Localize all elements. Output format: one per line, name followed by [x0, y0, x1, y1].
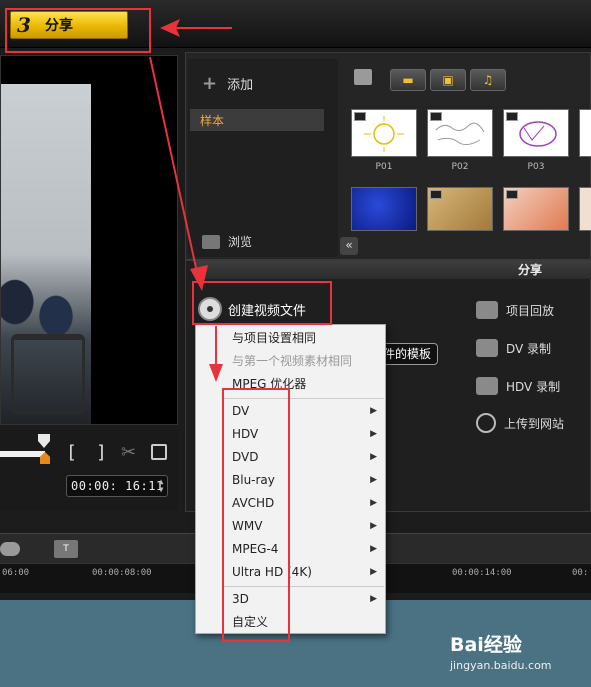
- ruler-tick: 06:00: [2, 568, 30, 578]
- browse-label: 浏览: [228, 235, 253, 249]
- image-filter-button[interactable]: ▣: [430, 69, 466, 91]
- thumbnail[interactable]: [503, 109, 569, 157]
- ruler-tick: 00:00:08:00: [92, 568, 152, 578]
- title-track-icon[interactable]: T: [54, 540, 78, 558]
- clip-badge-icon: [506, 112, 518, 121]
- thumbnail[interactable]: [427, 187, 493, 231]
- library-panel: + 添加 样本 浏览 ▬ ▣ ♫ P01 P02 P03 «: [185, 52, 591, 260]
- thumbnail[interactable]: [579, 109, 591, 157]
- share-option-label: 项目回放: [506, 303, 555, 318]
- copy-icon[interactable]: [151, 444, 167, 460]
- thumbnail[interactable]: [351, 109, 417, 157]
- globe-icon: [476, 413, 496, 433]
- thumbnail[interactable]: [503, 187, 569, 231]
- clip-badge-icon: [506, 190, 518, 199]
- project-playback-button[interactable]: 项目回放: [476, 301, 554, 319]
- submenu-arrow-icon: ▶: [370, 406, 377, 416]
- thumbnail-label: P01: [375, 162, 393, 172]
- ruler-tick: 00:: [572, 568, 589, 578]
- library-toolbar: ▬ ▣ ♫: [354, 69, 506, 91]
- share-option-label: 上传到网站: [504, 416, 565, 431]
- submenu-arrow-icon: ▶: [370, 475, 377, 485]
- submenu-arrow-icon: ▶: [370, 429, 377, 439]
- baidu-watermark: Bai经验 jingyan.baidu.com: [450, 630, 590, 685]
- mark-in-button[interactable]: [: [66, 442, 77, 463]
- thumbnail-label: P02: [451, 162, 469, 172]
- thumbnail[interactable]: [351, 187, 417, 231]
- submenu-arrow-icon: ▶: [370, 594, 377, 604]
- dv-record-button[interactable]: DV 录制: [476, 339, 551, 357]
- clip-badge-icon: [354, 112, 366, 121]
- share-panel-title: 分享: [196, 261, 591, 279]
- video-filter-button[interactable]: ▬: [390, 69, 426, 91]
- player-controls: [ ] ✂ 00:00: 16:11 ▲ ▼: [0, 430, 178, 510]
- annotation-box-share-tab: [5, 8, 151, 53]
- submenu-arrow-icon: ▶: [370, 521, 377, 531]
- camcorder-icon: [476, 377, 498, 395]
- collapse-left-icon[interactable]: «: [340, 237, 358, 255]
- scissors-icon[interactable]: ✂: [121, 442, 136, 463]
- annotation-arrow-head-icon: [160, 19, 180, 37]
- submenu-arrow-icon: ▶: [370, 544, 377, 554]
- timecode-spinner-icon[interactable]: ▲ ▼: [159, 478, 164, 494]
- thumbnail[interactable]: [579, 187, 591, 231]
- add-label: 添加: [227, 78, 254, 93]
- clip-badge-icon: [430, 112, 442, 121]
- watermark-url: jingyan.baidu.com: [450, 659, 552, 672]
- storyboard-icon[interactable]: [0, 542, 20, 556]
- hdv-record-button[interactable]: HDV 录制: [476, 377, 560, 395]
- submenu-arrow-icon: ▶: [370, 452, 377, 462]
- share-option-label: HDV 录制: [506, 379, 561, 394]
- submenu-arrow-icon: ▶: [370, 498, 377, 508]
- scrub-track[interactable]: [0, 451, 45, 457]
- preview-image: [1, 84, 91, 424]
- chair-shape: [11, 334, 85, 414]
- submenu-arrow-icon: ▶: [370, 567, 377, 577]
- share-option-label: DV 录制: [506, 341, 552, 356]
- thumbnail[interactable]: [427, 109, 493, 157]
- mark-out-button[interactable]: ]: [96, 442, 107, 463]
- baidu-logo: Bai经验: [450, 634, 522, 656]
- ruler-tick: 00:00:14:00: [452, 568, 512, 578]
- scrub-handle[interactable]: [38, 434, 50, 448]
- annotation-box-formats: [222, 388, 290, 642]
- annotation-arrow-diagonal: [149, 56, 208, 291]
- playback-icon: [476, 301, 498, 319]
- thumbnail-label: P03: [527, 162, 545, 172]
- annotation-arrow-line: [176, 27, 232, 29]
- timecode-field[interactable]: 00:00: 16:11 ▲ ▼: [66, 475, 168, 497]
- upload-web-button[interactable]: 上传到网站: [476, 413, 564, 433]
- clip-badge-icon: [430, 190, 442, 199]
- camcorder-icon: [476, 339, 498, 357]
- audio-filter-button[interactable]: ♫: [470, 69, 506, 91]
- annotation-arrow-down: [209, 326, 223, 382]
- folder-icon[interactable]: [354, 69, 372, 85]
- timecode-value: 00:00: 16:11: [71, 479, 164, 493]
